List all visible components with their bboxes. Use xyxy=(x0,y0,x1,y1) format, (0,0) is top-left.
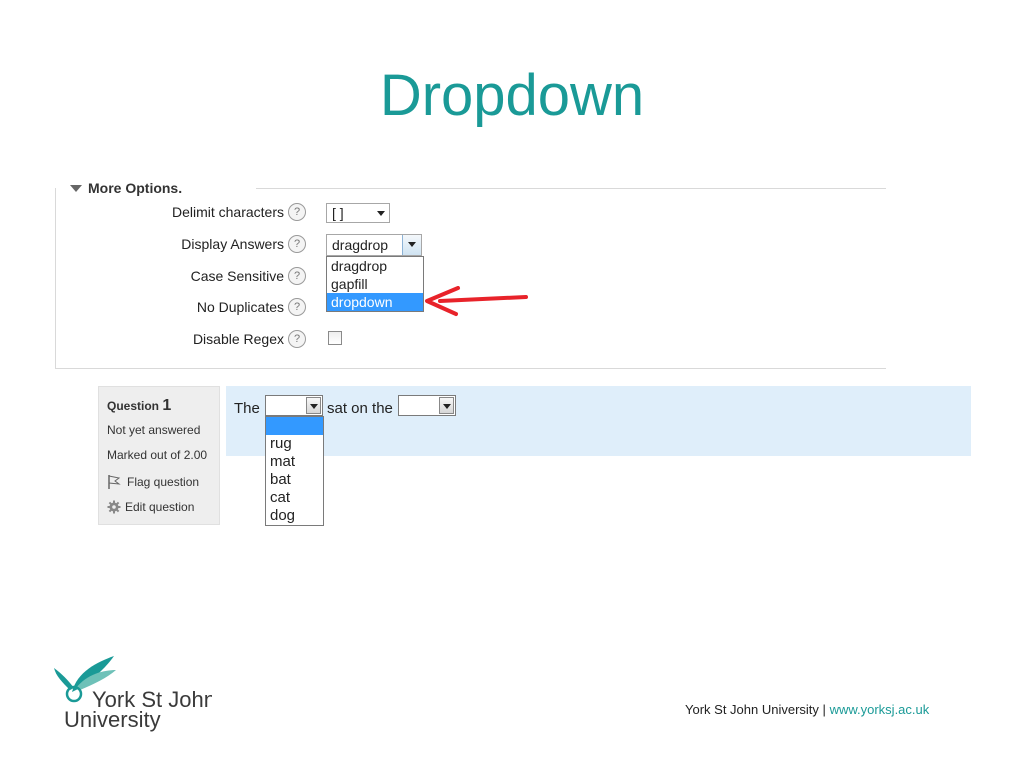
answer-options-list: rug mat bat cat dog xyxy=(265,416,324,526)
option-row-delimit: Delimit characters ? xyxy=(56,203,306,221)
logo-line2: University xyxy=(64,707,161,732)
case-sensitive-label: Case Sensitive xyxy=(190,268,284,284)
option-rug[interactable]: rug xyxy=(266,435,323,453)
help-icon[interactable]: ? xyxy=(288,330,306,348)
chevron-down-icon xyxy=(377,211,385,216)
display-answers-label: Display Answers xyxy=(181,236,284,252)
logo-emblem: York St John University xyxy=(54,656,216,732)
gear-icon xyxy=(107,500,121,514)
university-logo: York St John University xyxy=(52,652,216,737)
help-icon[interactable]: ? xyxy=(288,267,306,285)
dropdown-button[interactable] xyxy=(306,397,321,414)
option-bat[interactable]: bat xyxy=(266,471,323,489)
footer-separator: | xyxy=(822,702,826,717)
no-duplicates-label: No Duplicates xyxy=(196,299,284,315)
flag-question-link[interactable]: Flag question xyxy=(107,474,199,490)
option-dragdrop[interactable]: dragdrop xyxy=(327,257,423,275)
help-icon[interactable]: ? xyxy=(288,203,306,221)
slide-title: Dropdown xyxy=(379,63,645,128)
option-blank[interactable] xyxy=(266,417,323,435)
footer: York St John University | www.yorksj.ac.… xyxy=(685,702,929,717)
option-dropdown[interactable]: dropdown xyxy=(327,293,423,311)
help-icon[interactable]: ? xyxy=(288,298,306,316)
red-arrow-annotation xyxy=(425,286,528,316)
question-text-middle: sat on the xyxy=(327,400,393,417)
chevron-down-icon xyxy=(310,404,318,409)
question-status: Not yet answered xyxy=(107,423,201,437)
flag-question-label: Flag question xyxy=(127,475,200,489)
edit-question-link[interactable]: Edit question xyxy=(107,500,194,514)
more-options-label: More Options. xyxy=(88,180,183,196)
display-answers-select[interactable]: dragdrop xyxy=(326,234,422,256)
option-row-regex: Disable Regex ? xyxy=(56,330,306,348)
option-dog[interactable]: dog xyxy=(266,507,323,525)
option-row-display: Display Answers ? xyxy=(56,235,306,253)
question-content xyxy=(226,386,971,456)
option-row-case: Case Sensitive ? xyxy=(56,267,306,285)
answer-select-1[interactable] xyxy=(265,395,323,416)
option-mat[interactable]: mat xyxy=(266,453,323,471)
dropdown-button[interactable] xyxy=(402,235,421,255)
footer-university: York St John University xyxy=(685,702,819,717)
question-label: Question xyxy=(107,399,160,413)
question-heading: Question 1 xyxy=(107,397,171,415)
option-row-duplicates: No Duplicates ? xyxy=(56,298,306,316)
question-marks: Marked out of 2.00 xyxy=(107,448,208,462)
question-text-start: The xyxy=(234,400,260,417)
disable-regex-checkbox[interactable] xyxy=(328,331,342,345)
help-icon[interactable]: ? xyxy=(288,235,306,253)
answer-select-2[interactable] xyxy=(398,395,456,416)
delimit-select[interactable]: [ ] xyxy=(326,203,390,223)
flag-icon xyxy=(108,475,121,489)
dropdown-button[interactable] xyxy=(439,397,454,414)
delimit-label: Delimit characters xyxy=(171,204,284,220)
chevron-down-icon xyxy=(443,404,451,409)
question-info-panel: Question 1 Not yet answered Marked out o… xyxy=(98,386,220,525)
display-answers-list: dragdrop gapfill dropdown xyxy=(326,256,424,312)
disable-regex-label: Disable Regex xyxy=(192,331,284,347)
delimit-value: [ ] xyxy=(332,205,344,221)
display-answers-value: dragdrop xyxy=(332,237,389,253)
collapse-triangle-icon[interactable] xyxy=(70,184,82,192)
option-gapfill[interactable]: gapfill xyxy=(327,275,423,293)
option-cat[interactable]: cat xyxy=(266,489,323,507)
question-number: 1 xyxy=(162,397,172,414)
chevron-down-icon xyxy=(408,242,416,247)
panel-divider xyxy=(256,188,886,189)
edit-question-label: Edit question xyxy=(125,500,195,514)
footer-url-link[interactable]: www.yorksj.ac.uk xyxy=(830,702,930,717)
more-options-legend[interactable]: More Options. xyxy=(70,180,182,196)
